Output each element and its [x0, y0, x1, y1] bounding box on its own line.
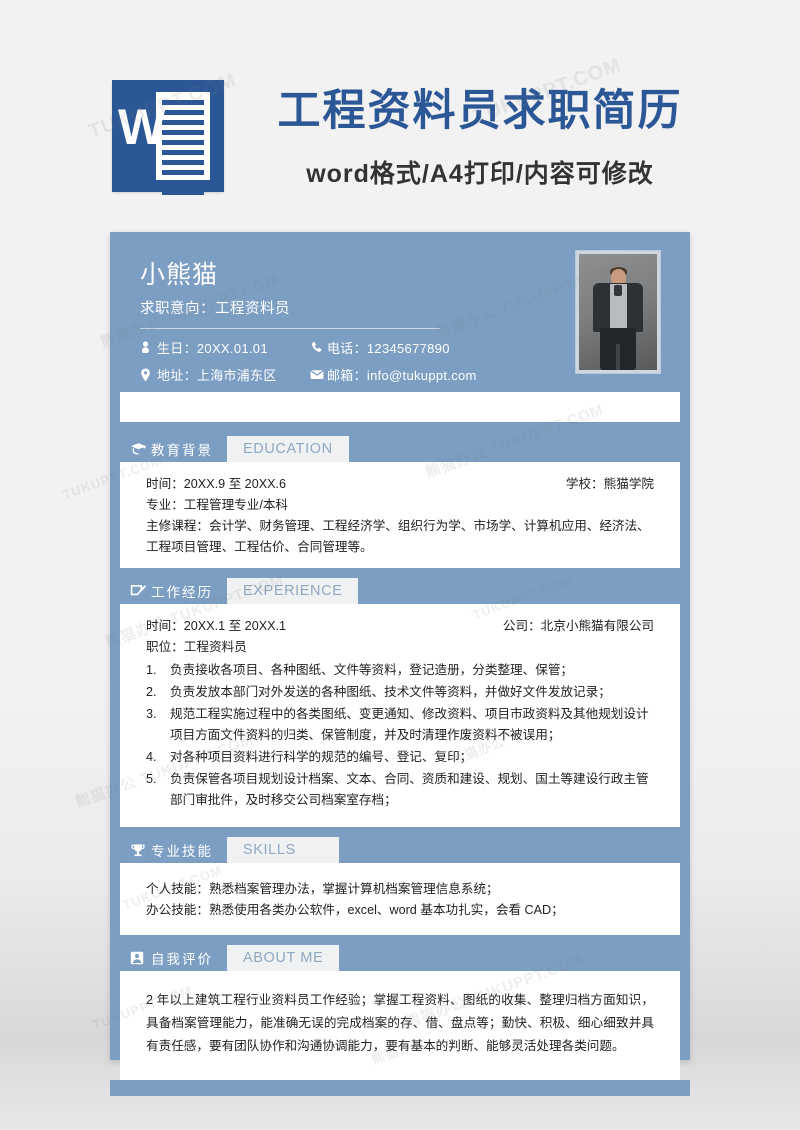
education-major: 专业：工程管理专业/本科: [146, 498, 289, 512]
duty-number: 1.: [146, 663, 157, 677]
resume-header: 小熊猫 求职意向：工程资料员 生日：20XX.01.01 电话：12345677…: [110, 232, 690, 392]
duty-number: 5.: [146, 772, 157, 786]
tab-experience-en[interactable]: EXPERIENCE: [227, 578, 359, 604]
tab-skills-en-label: SKILLS: [243, 842, 296, 858]
resume-body: [120, 392, 680, 422]
skills-tabs: 专业技能 SKILLS: [120, 837, 680, 863]
header-divider: [140, 328, 440, 329]
duty-text: 规范工程实施过程中的各类图纸、变更通知、修改资料、项目市政资料及其他规划设计项目…: [170, 707, 649, 742]
candidate-photo: [579, 254, 657, 370]
tab-skills-cn[interactable]: 专业技能: [120, 837, 227, 863]
section-experience: 工作经历 EXPERIENCE 时间：20XX.1 至 20XX.1 公司：北京…: [120, 578, 680, 827]
list-item: 4. 对各种项目资料进行科学的规范的编号、登记、复印；: [146, 747, 654, 768]
skill-personal: 个人技能：熟悉档案管理办法，掌握计算机档案管理信息系统；: [146, 882, 499, 896]
note-edit-icon: [130, 584, 151, 599]
list-item: 3. 规范工程实施过程中的各类图纸、变更通知、修改资料、项目市政资料及其他规划设…: [146, 704, 654, 746]
contact-birthday: 生日：20XX.01.01: [140, 338, 300, 357]
tab-about-cn-label: 自我评价: [151, 952, 213, 967]
panel-gap-4: [110, 935, 690, 945]
tab-education-en-label: EDUCATION: [243, 441, 333, 457]
top-spacer-panel: [120, 392, 680, 422]
section-skills: 专业技能 SKILLS 个人技能：熟悉档案管理办法，掌握计算机档案管理信息系统；…: [120, 837, 680, 935]
education-courses: 主修课程：会计学、财务管理、工程经济学、组织行为学、市场学、计算机应用、经济法、…: [146, 519, 650, 554]
graduation-cap-icon: [130, 442, 151, 456]
tab-education-en[interactable]: EDUCATION: [227, 436, 349, 462]
tab-education-cn[interactable]: 教育背景: [120, 436, 227, 462]
avatar: [576, 251, 660, 373]
duty-text: 负责保管各项目规划设计档案、文本、合同、资质和建设、规划、国土等建设行政主管部门…: [170, 772, 649, 807]
section-education: 教育背景 EDUCATION 时间：20XX.9 至 20XX.6 学校：熊猫学…: [120, 436, 680, 568]
about-tabs: 自我评价 ABOUT ME: [120, 945, 680, 971]
phone-icon: [310, 341, 327, 354]
experience-tabs: 工作经历 EXPERIENCE: [120, 578, 680, 604]
experience-position: 职位：工程资料员: [146, 640, 247, 654]
contact-address-text: 地址：上海市浦东区: [157, 368, 277, 383]
trophy-icon: [130, 843, 151, 858]
promo-banner: W 工程资料员求职简历 word格式/A4打印/内容可修改: [0, 62, 800, 212]
tab-skills-en[interactable]: SKILLS: [227, 837, 339, 863]
contact-list: 生日：20XX.01.01 电话：12345677890 地址：上海市浦东区 邮…: [140, 338, 520, 384]
word-logo: W: [112, 80, 224, 195]
duty-text: 负责发放本部门对外发送的各种图纸、技术文件等资料，并做好文件发放记录；: [170, 685, 611, 699]
tab-experience-cn-label: 工作经历: [151, 585, 213, 600]
tab-about-en[interactable]: ABOUT ME: [227, 945, 340, 971]
duty-text: 负责接收各项目、各种图纸、文件等资料，登记造册，分类整理、保管；: [170, 663, 573, 677]
tab-skills-cn-label: 专业技能: [151, 844, 213, 859]
candidate-name: 小熊猫: [140, 261, 219, 289]
location-icon: [140, 368, 157, 382]
word-logo-letter: W: [118, 99, 166, 155]
about-text: 2 年以上建筑工程行业资料员工作经验；掌握工程资料、图纸的收集、整理归档方面知识…: [146, 993, 654, 1053]
duty-text: 对各种项目资料进行科学的规范的编号、登记、复印；: [170, 750, 473, 764]
banner-title: 工程资料员求职简历: [277, 87, 683, 135]
tab-about-en-label: ABOUT ME: [243, 950, 324, 966]
skills-content: 个人技能：熟悉档案管理办法，掌握计算机档案管理信息系统； 办公技能：熟悉使用各类…: [120, 863, 680, 935]
education-tabs: 教育背景 EDUCATION: [120, 436, 680, 462]
user-card-icon: [130, 951, 151, 965]
tab-experience-cn[interactable]: 工作经历: [120, 578, 227, 604]
resume-page: 小熊猫 求职意向：工程资料员 生日：20XX.01.01 电话：12345677…: [110, 232, 690, 1096]
experience-duty-list: 1. 负责接收各项目、各种图纸、文件等资料，登记造册，分类整理、保管； 2. 负…: [146, 660, 654, 811]
panel-gap-5: [110, 1080, 690, 1096]
job-objective: 求职意向：工程资料员: [140, 301, 290, 317]
contact-phone: 电话：12345677890: [310, 338, 520, 357]
contact-email-text: 邮箱：info@tukuppt.com: [327, 368, 477, 383]
banner-subtitle: word格式/A4打印/内容可修改: [306, 160, 654, 188]
experience-company: 公司：北京小熊猫有限公司: [502, 619, 654, 633]
list-item: 1. 负责接收各项目、各种图纸、文件等资料，登记造册，分类整理、保管；: [146, 660, 654, 681]
panel-gap-3: [110, 827, 690, 837]
birthday-icon: [140, 341, 157, 354]
education-time: 时间：20XX.9 至 20XX.6: [146, 477, 286, 491]
education-content: 时间：20XX.9 至 20XX.6 学校：熊猫学院 专业：工程管理专业/本科 …: [120, 462, 680, 568]
mail-icon: [310, 369, 327, 380]
tab-about-cn[interactable]: 自我评价: [120, 945, 227, 971]
contact-email: 邮箱：info@tukuppt.com: [310, 365, 520, 384]
contact-phone-text: 电话：12345677890: [327, 341, 450, 356]
experience-content: 时间：20XX.1 至 20XX.1 公司：北京小熊猫有限公司 职位：工程资料员…: [120, 604, 680, 827]
skill-office: 办公技能：熟悉使用各类办公软件，excel、word 基本功扎实，会看 CAD；: [146, 903, 564, 917]
about-content: 2 年以上建筑工程行业资料员工作经验；掌握工程资料、图纸的收集、整理归档方面知识…: [120, 971, 680, 1080]
contact-address: 地址：上海市浦东区: [140, 365, 300, 384]
experience-time: 时间：20XX.1 至 20XX.1: [146, 619, 286, 633]
list-item: 2. 负责发放本部门对外发送的各种图纸、技术文件等资料，并做好文件发放记录；: [146, 682, 654, 703]
contact-birthday-text: 生日：20XX.01.01: [157, 341, 268, 356]
list-item: 5. 负责保管各项目规划设计档案、文本、合同、资质和建设、规划、国土等建设行政主…: [146, 769, 654, 811]
education-school: 学校：熊猫学院: [565, 477, 654, 491]
duty-number: 3.: [146, 707, 157, 721]
panel-gap-2: [110, 568, 690, 578]
duty-number: 4.: [146, 750, 157, 764]
tab-education-cn-label: 教育背景: [151, 443, 213, 458]
duty-number: 2.: [146, 685, 157, 699]
tab-experience-en-label: EXPERIENCE: [243, 583, 343, 599]
section-about: 自我评价 ABOUT ME 2 年以上建筑工程行业资料员工作经验；掌握工程资料、…: [120, 945, 680, 1080]
